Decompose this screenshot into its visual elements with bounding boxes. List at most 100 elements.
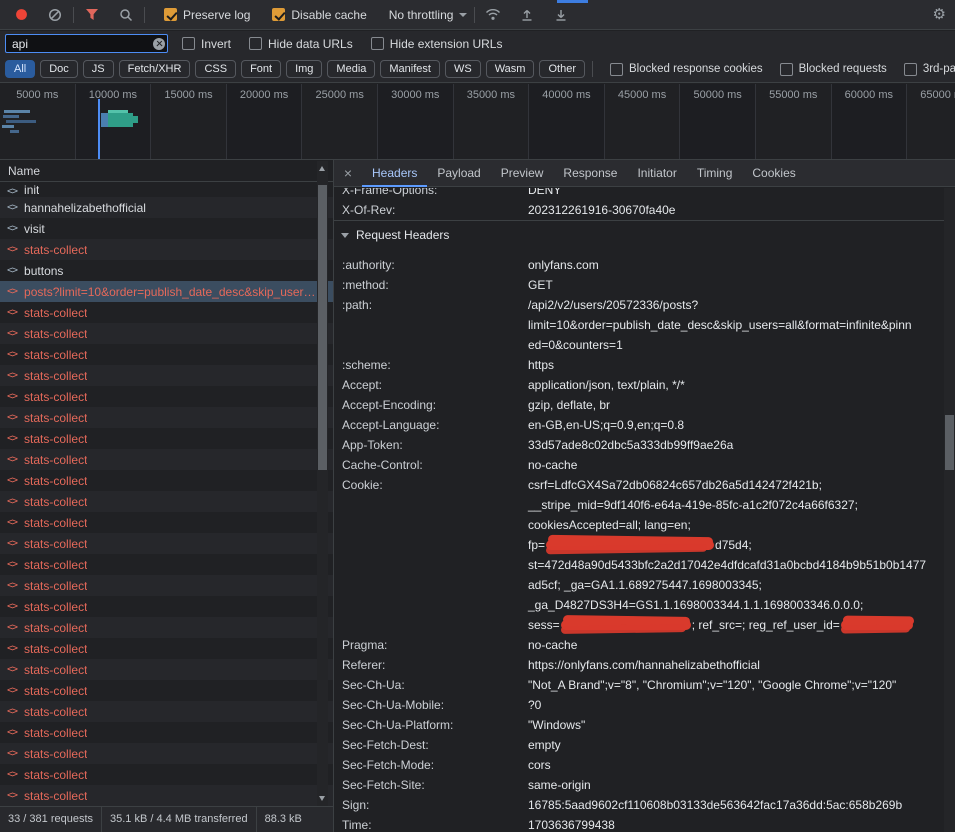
- request-row[interactable]: <>stats-collect: [0, 533, 333, 554]
- tab-timing[interactable]: Timing: [687, 160, 743, 187]
- header-name: Sec-Fetch-Mode:: [334, 755, 528, 775]
- request-row[interactable]: <>posts?limit=10&order=publish_date_desc…: [0, 281, 333, 302]
- hide-extension-urls-checkbox[interactable]: Hide extension URLs: [371, 37, 503, 51]
- request-row[interactable]: <>stats-collect: [0, 407, 333, 428]
- network-filter-input[interactable]: [5, 34, 168, 53]
- tab-response[interactable]: Response: [553, 160, 627, 187]
- waterfall-bar: [98, 99, 100, 160]
- type-filter-font[interactable]: Font: [241, 60, 281, 78]
- request-row[interactable]: <>init: [0, 183, 333, 197]
- request-row[interactable]: <>buttons: [0, 260, 333, 281]
- type-filter-js[interactable]: JS: [83, 60, 114, 78]
- type-filter-ws[interactable]: WS: [445, 60, 481, 78]
- type-filter-all[interactable]: All: [5, 60, 35, 78]
- request-row[interactable]: <>stats-collect: [0, 470, 333, 491]
- file-type-icon: <>: [7, 517, 17, 528]
- request-row[interactable]: <>stats-collect: [0, 638, 333, 659]
- type-filter-doc[interactable]: Doc: [40, 60, 78, 78]
- details-tab-bar: × HeadersPayloadPreviewResponseInitiator…: [334, 160, 955, 187]
- clear-network-log-button[interactable]: [44, 4, 66, 26]
- type-filter-media[interactable]: Media: [327, 60, 375, 78]
- disable-cache-checkbox[interactable]: Disable cache: [272, 8, 366, 22]
- scroll-down-icon[interactable]: [319, 796, 325, 801]
- scroll-up-icon[interactable]: [319, 166, 325, 171]
- header-row: X-Of-Rev:202312261916-30670fa40e: [334, 200, 955, 220]
- header-value-line: sess=; ref_src=; reg_ref_user_id=: [528, 615, 937, 635]
- tab-cookies[interactable]: Cookies: [742, 160, 805, 187]
- request-name: stats-collect: [24, 453, 87, 467]
- tab-preview[interactable]: Preview: [491, 160, 554, 187]
- request-row[interactable]: <>stats-collect: [0, 764, 333, 785]
- request-row[interactable]: <>stats-collect: [0, 701, 333, 722]
- request-details-panel: × HeadersPayloadPreviewResponseInitiator…: [334, 160, 955, 832]
- header-name: :scheme:: [334, 355, 528, 375]
- header-value-line: fp=d75d4;: [528, 535, 937, 555]
- request-row[interactable]: <>stats-collect: [0, 386, 333, 407]
- request-row[interactable]: <>stats-collect: [0, 596, 333, 617]
- header-value: 33d57ade8c02dbc5a333db99ff9ae26a: [528, 435, 955, 455]
- tab-payload[interactable]: Payload: [427, 160, 490, 187]
- extra-filter-checkbox[interactable]: Blocked response cookies: [610, 63, 763, 76]
- request-row[interactable]: <>stats-collect: [0, 554, 333, 575]
- scrollbar-thumb[interactable]: [945, 415, 954, 470]
- request-row[interactable]: <>stats-collect: [0, 302, 333, 323]
- clear-filter-icon[interactable]: [153, 38, 165, 50]
- checkbox-unchecked-icon: [904, 63, 917, 76]
- response-headers-rows: X-Frame-Options:DENYX-Of-Rev:20231226191…: [334, 188, 955, 220]
- network-conditions-icon[interactable]: [482, 4, 504, 26]
- request-row[interactable]: <>stats-collect: [0, 491, 333, 512]
- preserve-log-checkbox[interactable]: Preserve log: [164, 8, 250, 22]
- request-row[interactable]: <>stats-collect: [0, 512, 333, 533]
- import-har-icon[interactable]: [516, 4, 538, 26]
- request-headers-section[interactable]: Request Headers: [334, 220, 955, 249]
- header-row: :authority:onlyfans.com: [334, 255, 955, 275]
- settings-gear-icon[interactable]: ⚙: [933, 7, 946, 22]
- request-row[interactable]: <>visit: [0, 218, 333, 239]
- type-filter-css[interactable]: CSS: [195, 60, 236, 78]
- tab-initiator[interactable]: Initiator: [627, 160, 686, 187]
- record-button[interactable]: [10, 4, 32, 26]
- request-row[interactable]: <>stats-collect: [0, 659, 333, 680]
- request-row[interactable]: <>stats-collect: [0, 617, 333, 638]
- header-value: "Windows": [528, 715, 955, 735]
- extra-filter-checkbox[interactable]: 3rd-party requests: [904, 63, 955, 76]
- scrollbar-thumb[interactable]: [318, 185, 327, 470]
- invert-checkbox[interactable]: Invert: [182, 37, 231, 51]
- filter-icon[interactable]: [81, 4, 103, 26]
- header-row: Sec-Ch-Ua-Mobile:?0: [334, 695, 955, 715]
- name-column-header[interactable]: Name: [0, 160, 333, 182]
- throttling-select[interactable]: No throttling: [389, 8, 468, 22]
- request-row[interactable]: <>stats-collect: [0, 680, 333, 701]
- request-row[interactable]: <>stats-collect: [0, 323, 333, 344]
- type-filter-other[interactable]: Other: [539, 60, 585, 78]
- details-scrollbar[interactable]: [944, 188, 955, 832]
- request-row[interactable]: <>stats-collect: [0, 428, 333, 449]
- timeline-overview[interactable]: 5000 ms10000 ms15000 ms20000 ms25000 ms3…: [0, 84, 955, 160]
- header-value: /api2/v2/users/20572336/posts? limit=10&…: [528, 295, 955, 355]
- hide-data-urls-checkbox[interactable]: Hide data URLs: [249, 37, 353, 51]
- request-row[interactable]: <>stats-collect: [0, 239, 333, 260]
- toolbar-divider: [592, 61, 593, 77]
- request-list-scrollbar[interactable]: [317, 161, 328, 806]
- request-row[interactable]: <>stats-collect: [0, 785, 333, 806]
- type-filter-manifest[interactable]: Manifest: [380, 60, 440, 78]
- tab-headers[interactable]: Headers: [362, 160, 427, 187]
- request-row[interactable]: <>stats-collect: [0, 344, 333, 365]
- type-filter-fetch-xhr[interactable]: Fetch/XHR: [119, 60, 191, 78]
- export-har-icon[interactable]: [550, 4, 572, 26]
- waterfall-bars: [0, 84, 955, 159]
- request-row[interactable]: <>stats-collect: [0, 743, 333, 764]
- type-filter-img[interactable]: Img: [286, 60, 322, 78]
- header-name: Pragma:: [334, 635, 528, 655]
- type-filter-wasm[interactable]: Wasm: [486, 60, 535, 78]
- close-details-icon[interactable]: ×: [334, 165, 362, 181]
- header-value: onlyfans.com: [528, 255, 955, 275]
- request-row[interactable]: <>stats-collect: [0, 449, 333, 470]
- search-icon[interactable]: [115, 4, 137, 26]
- extra-filter-checkbox[interactable]: Blocked requests: [780, 63, 887, 76]
- request-name: buttons: [24, 264, 63, 278]
- request-row[interactable]: <>stats-collect: [0, 722, 333, 743]
- request-row[interactable]: <>stats-collect: [0, 365, 333, 386]
- request-row[interactable]: <>stats-collect: [0, 575, 333, 596]
- request-row[interactable]: <>hannahelizabethofficial: [0, 197, 333, 218]
